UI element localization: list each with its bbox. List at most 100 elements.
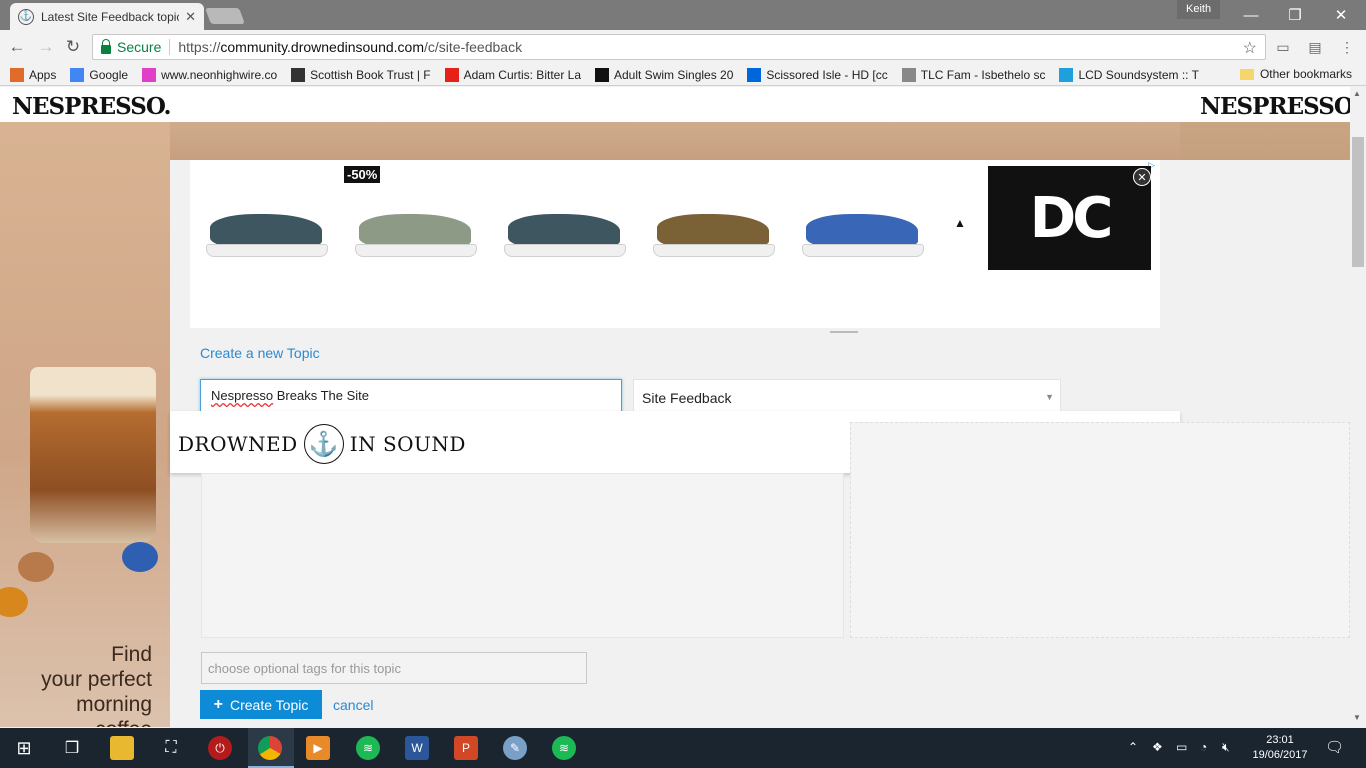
shoe-upper	[508, 214, 620, 248]
topic-title-input[interactable]: Nespresso Breaks The Site	[200, 379, 622, 413]
address-bar[interactable]: Secure https://community.drownedinsound.…	[92, 34, 1266, 60]
create-topic-button[interactable]: + Create Topic	[200, 690, 322, 719]
other-bookmarks-label: Other bookmarks	[1259, 67, 1352, 81]
file-explorer-icon[interactable]	[110, 736, 134, 760]
url-path: /c/site-feedback	[424, 39, 523, 55]
bookmark-star-icon[interactable]: ☆	[1243, 38, 1257, 58]
shoe-upper	[210, 214, 322, 248]
reload-icon[interactable]: ↻	[62, 37, 84, 57]
paint-icon[interactable]: ✎	[503, 736, 527, 760]
capsule-image	[122, 542, 158, 572]
bookmark-item[interactable]: www.neonhighwire.co	[142, 67, 277, 82]
page-scrollbar[interactable]: ▲ ▼	[1350, 87, 1366, 727]
tab-close-icon[interactable]: ✕	[185, 9, 196, 25]
powerpoint-icon[interactable]: P	[454, 736, 478, 760]
forward-arrow-icon[interactable]: →	[35, 37, 57, 57]
shoe-upper	[359, 214, 471, 248]
shoe-upper	[657, 214, 769, 248]
clock-time: 23:01	[1266, 734, 1294, 746]
category-select[interactable]: Site Feedback ▼	[633, 379, 1061, 413]
tm-icon	[1059, 67, 1074, 82]
ad-skin-left[interactable]: Find your perfect morning coffee	[0, 122, 170, 727]
bookmark-item[interactable]: LCD Soundsystem :: T	[1059, 67, 1199, 82]
scroll-down-icon[interactable]: ▼	[1353, 713, 1361, 722]
word-icon[interactable]: W	[405, 736, 429, 760]
bookmark-label: Scissored Isle - HD [cc	[766, 67, 888, 82]
profile-button[interactable]: Keith	[1177, 0, 1221, 19]
cancel-link[interactable]: cancel	[333, 697, 373, 713]
windows-taskbar: ⊞ ❒ ⛶ ⏻ ▶ ≋ W P ✎ ≋ ⌃ ❖ ▭ ◔ 🔇︎ 23:01 19/…	[0, 728, 1366, 768]
restore-icon[interactable]: ❐	[1272, 0, 1318, 30]
url-text: https://community.drownedinsound.com/c/s…	[178, 39, 522, 55]
bookmark-item[interactable]: Apps	[10, 67, 56, 82]
back-arrow-icon[interactable]: ←	[6, 37, 28, 57]
nespresso-logo-left[interactable]: NESPRESSO.	[12, 93, 172, 120]
taskbar-clock[interactable]: 23:01 19/06/2017	[1250, 733, 1310, 763]
browser-tab[interactable]: ⚓ Latest Site Feedback topics ✕	[10, 3, 204, 30]
shoe-sole	[206, 244, 328, 257]
windows-start-icon[interactable]: ⊞	[12, 736, 36, 760]
store-icon[interactable]: ⛶	[159, 736, 183, 760]
dailymotion-icon	[747, 67, 762, 82]
scroll-up-icon[interactable]: ▲	[1353, 89, 1361, 98]
close-window-icon[interactable]: ✕	[1318, 0, 1364, 30]
shoe-sole	[504, 244, 626, 257]
shoe-image[interactable]	[353, 212, 477, 262]
chrome-icon[interactable]	[258, 736, 282, 760]
carousel-arrow-icon[interactable]: ▲	[954, 216, 966, 230]
drowned-in-sound-logo[interactable]: DROWNED ⚓ IN SOUND	[178, 424, 466, 464]
dropbox-icon[interactable]: ❖	[1152, 740, 1163, 754]
bookmark-item[interactable]: Scissored Isle - HD [cc	[747, 67, 888, 82]
notifications-icon[interactable]: 🗨︎	[1325, 738, 1344, 756]
shoe-ad-banner[interactable]: ▷ -50% ▲ DC ✕	[190, 160, 1160, 328]
bookmark-item[interactable]: Scottish Book Trust | F	[291, 67, 431, 82]
battery-icon[interactable]: ▭	[1176, 740, 1187, 754]
bookmark-item[interactable]: Adult Swim Singles 20	[595, 67, 733, 82]
task-view-icon[interactable]: ❒	[60, 736, 84, 760]
cast-icon[interactable]: ▭	[1272, 37, 1294, 57]
plus-icon: +	[213, 695, 223, 713]
power-app-icon[interactable]: ⏻	[208, 736, 232, 760]
composer-drag-handle[interactable]	[830, 331, 858, 333]
anchor-favicon-icon: ⚓	[18, 8, 34, 25]
pdf-extension-icon[interactable]: ▤	[1304, 37, 1326, 57]
tray-chevron-up-icon[interactable]: ⌃	[1128, 740, 1138, 754]
title-misspelled-word: Nespresso	[211, 388, 274, 403]
wifi-icon[interactable]: ◔	[1200, 740, 1207, 754]
bookmarks-bar: Apps Google www.neonhighwire.co Scottish Bo…	[0, 64, 1366, 86]
volume-muted-icon[interactable]: 🔇︎	[1222, 740, 1230, 755]
ad-skin-top: NESPRESSO. NESPRESSO.	[0, 87, 1350, 122]
tab-title: Latest Site Feedback topics	[41, 9, 180, 24]
bookmark-item[interactable]: Google	[70, 67, 129, 82]
spotify-icon[interactable]: ≋	[356, 736, 380, 760]
tags-input[interactable]: choose optional tags for this topic	[201, 652, 587, 684]
chevron-down-icon: ▼	[1045, 392, 1054, 402]
shoe-image[interactable]	[502, 212, 626, 262]
nespresso-logo-right[interactable]: NESPRESSO.	[1200, 93, 1350, 120]
minimize-icon[interactable]: —	[1228, 0, 1274, 30]
bookmark-label: LCD Soundsystem :: T	[1078, 67, 1199, 82]
post-editor-textarea[interactable]	[201, 473, 844, 638]
chrome-menu-icon[interactable]: ⋮	[1336, 37, 1358, 57]
omnibox-divider	[169, 39, 171, 55]
bookmark-item[interactable]: TLC Fam - Isbethelo sc	[901, 67, 1045, 82]
ad-tagline: Find your perfect morning coffee	[0, 642, 152, 727]
youtube-icon	[444, 67, 459, 82]
other-bookmarks-folder[interactable]: Other bookmarks	[1239, 67, 1352, 81]
capsule-image	[18, 552, 54, 582]
bookmark-item[interactable]: Adam Curtis: Bitter La	[444, 67, 581, 82]
new-tab-button[interactable]	[205, 8, 245, 24]
spotify-icon[interactable]: ≋	[552, 736, 576, 760]
scroll-thumb[interactable]	[1352, 137, 1364, 267]
ad-close-icon[interactable]: ✕	[1133, 168, 1151, 186]
shoe-image[interactable]	[651, 212, 775, 262]
bookmark-label: Google	[89, 67, 129, 82]
ad-skin-mid	[170, 122, 1180, 160]
dc-logo[interactable]: DC	[988, 166, 1151, 270]
adult-swim-icon	[595, 67, 609, 82]
google-icon	[70, 67, 85, 82]
capsule-image	[0, 587, 28, 617]
shoe-image[interactable]	[800, 212, 924, 262]
shoe-image[interactable]	[204, 212, 328, 262]
media-player-icon[interactable]: ▶	[306, 736, 330, 760]
